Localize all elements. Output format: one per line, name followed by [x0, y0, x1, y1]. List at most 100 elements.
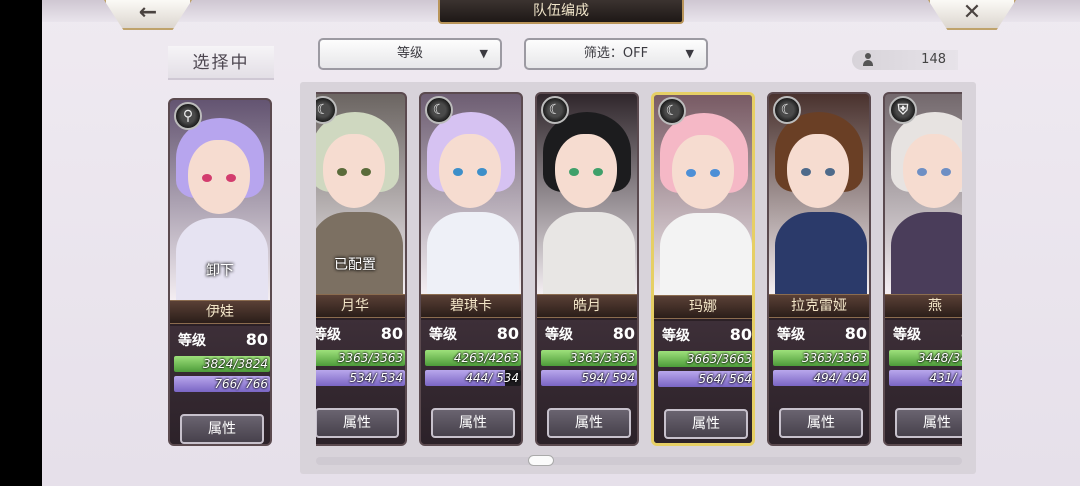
attribute-button[interactable]: 属性	[547, 408, 631, 438]
portrait-eye	[801, 168, 811, 176]
portrait-body	[891, 212, 962, 296]
chevron-down-icon: ▼	[685, 47, 694, 60]
sort-dropdown[interactable]: 等级 ▼	[318, 38, 502, 70]
portrait-body	[660, 213, 752, 297]
class-icon: ☾	[425, 96, 453, 124]
status-overlay-text: 已配置	[334, 257, 376, 273]
hp-value: 3824/3824	[202, 357, 268, 371]
level-row: 等级 80	[891, 324, 962, 346]
portrait-eye	[593, 168, 603, 176]
level-value: 80	[496, 324, 519, 343]
unit-card[interactable]: ⚲ 卸下 伊娃 等级 80 3824/3824 766/ 766 属性	[168, 98, 272, 446]
mp-value: 534/ 534	[349, 371, 403, 385]
unit-name: 玛娜	[654, 295, 752, 319]
class-icon: ☾	[773, 96, 801, 124]
mp-bar: 564/ 564	[658, 371, 752, 387]
level-row: 等级 80	[660, 325, 752, 347]
mp-bar: 534/ 534	[316, 370, 405, 386]
unit-name: 月华	[316, 294, 405, 318]
person-icon	[862, 53, 874, 67]
character-portrait	[769, 94, 869, 296]
level-label: 等级	[178, 333, 206, 349]
unit-name: 拉克雷娅	[769, 294, 869, 318]
hp-value: 4263/4263	[453, 351, 519, 365]
hp-bar: 3824/3824	[174, 356, 270, 372]
unit-stats: 等级 80 3824/3824 766/ 766 属性	[170, 326, 270, 444]
portrait-eye	[917, 168, 927, 176]
selecting-label: 选择中	[168, 46, 274, 80]
portrait-eye	[477, 168, 487, 176]
attribute-button[interactable]: 属性	[431, 408, 515, 438]
level-row: 等级 80	[543, 324, 637, 346]
attribute-button[interactable]: 属性	[316, 408, 399, 438]
unit-card[interactable]: ☾ 拉克雷娅等级 80 3363/3363 494/ 494 属性	[767, 92, 871, 446]
portrait-body	[427, 212, 519, 296]
back-button[interactable]: ←	[104, 0, 192, 30]
mp-bar: 444/ 534	[425, 370, 521, 386]
close-button[interactable]: ✕	[928, 0, 1016, 30]
unit-card[interactable]: ☾ 皓月 等级 80 3363/3363 594/ 594 属性	[535, 92, 639, 446]
mp-value: 594/ 594	[581, 371, 635, 385]
unit-stats: 等级 80 3363/3363 594/ 594 属性	[537, 320, 637, 444]
portrait-eye	[710, 169, 720, 177]
hp-bar: 4263/4263	[425, 350, 521, 366]
mp-value: 766/ 766	[214, 377, 268, 391]
portrait-eye	[226, 174, 236, 182]
back-arrow-icon: ←	[138, 0, 158, 25]
unit-card[interactable]: ⛨ 燕等级 80 3448/3448 431/ 431 属性	[883, 92, 962, 446]
unit-card[interactable]: ☾ 玛娜 等级 80 3663/3663 564/ 564 属性	[651, 92, 755, 446]
portrait-face	[188, 140, 250, 214]
level-row: 等级 80	[316, 324, 405, 346]
level-value: 80	[844, 324, 867, 343]
filter-dropdown-value: 筛选：OFF	[583, 46, 649, 61]
level-label: 等级	[893, 327, 921, 343]
hp-bar: 3363/3363	[316, 350, 405, 366]
portrait-eye	[202, 174, 212, 182]
portrait-eye	[361, 168, 371, 176]
unit-card[interactable]: ☾ 碧琪卡等级 80 4263/4263 444/ 534 属性	[419, 92, 523, 446]
class-icon: ⚲	[174, 102, 202, 130]
level-label: 等级	[777, 327, 805, 343]
portrait-eye	[337, 168, 347, 176]
hp-value: 3363/3363	[801, 351, 867, 365]
mp-bar: 766/ 766	[174, 376, 270, 392]
level-row: 等级 80	[176, 330, 270, 352]
attribute-button[interactable]: 属性	[664, 409, 748, 439]
unit-card-list[interactable]: ☾ 已配置月华等级 80 3363/3363 534/ 534 属性 ☾ 碧琪卡等级 80 426…	[316, 92, 962, 448]
filter-dropdown[interactable]: 筛选：OFF ▼	[524, 38, 708, 70]
portrait-face	[323, 134, 385, 208]
horizontal-scrollbar[interactable]	[316, 457, 962, 465]
status-overlay-text: 卸下	[206, 263, 234, 279]
level-value: 80	[245, 330, 268, 349]
level-label: 等级	[429, 327, 457, 343]
unit-name: 碧琪卡	[421, 294, 521, 318]
unit-card[interactable]: ☾已配置月华等级803363/3363534/ 534属性	[316, 92, 407, 446]
unit-stats: 等级 80 3663/3663 564/ 564 属性	[654, 321, 752, 443]
chevron-down-icon: ▼	[479, 47, 488, 60]
mp-bar: 594/ 594	[541, 370, 637, 386]
portrait-eye	[941, 168, 951, 176]
mp-bar: 494/ 494	[773, 370, 869, 386]
portrait-face	[672, 135, 734, 209]
level-value: 80	[380, 324, 403, 343]
portrait-eye	[569, 168, 579, 176]
hp-value: 3663/3663	[686, 352, 752, 366]
level-row: 等级 80	[427, 324, 521, 346]
attribute-button[interactable]: 属性	[779, 408, 863, 438]
hp-bar: 3363/3363	[541, 350, 637, 366]
scrollbar-thumb[interactable]	[528, 455, 554, 466]
mp-value: 564/ 564	[698, 372, 752, 386]
character-portrait	[421, 94, 521, 296]
hp-bar: 3448/3448	[889, 350, 962, 366]
attribute-button[interactable]: 属性	[180, 414, 264, 444]
portrait-eye	[825, 168, 835, 176]
character-portrait	[537, 94, 637, 296]
selected-unit-slot[interactable]: ⚲ 卸下 伊娃 等级 80 3824/3824 766/ 766 属性	[168, 98, 272, 446]
attribute-button[interactable]: 属性	[895, 408, 962, 438]
mp-bar: 431/ 431	[889, 370, 962, 386]
portrait-eye	[686, 169, 696, 177]
hp-value: 3448/3448	[917, 351, 962, 365]
portrait-face	[787, 134, 849, 208]
portrait-body	[543, 212, 635, 296]
close-icon: ✕	[962, 0, 982, 25]
